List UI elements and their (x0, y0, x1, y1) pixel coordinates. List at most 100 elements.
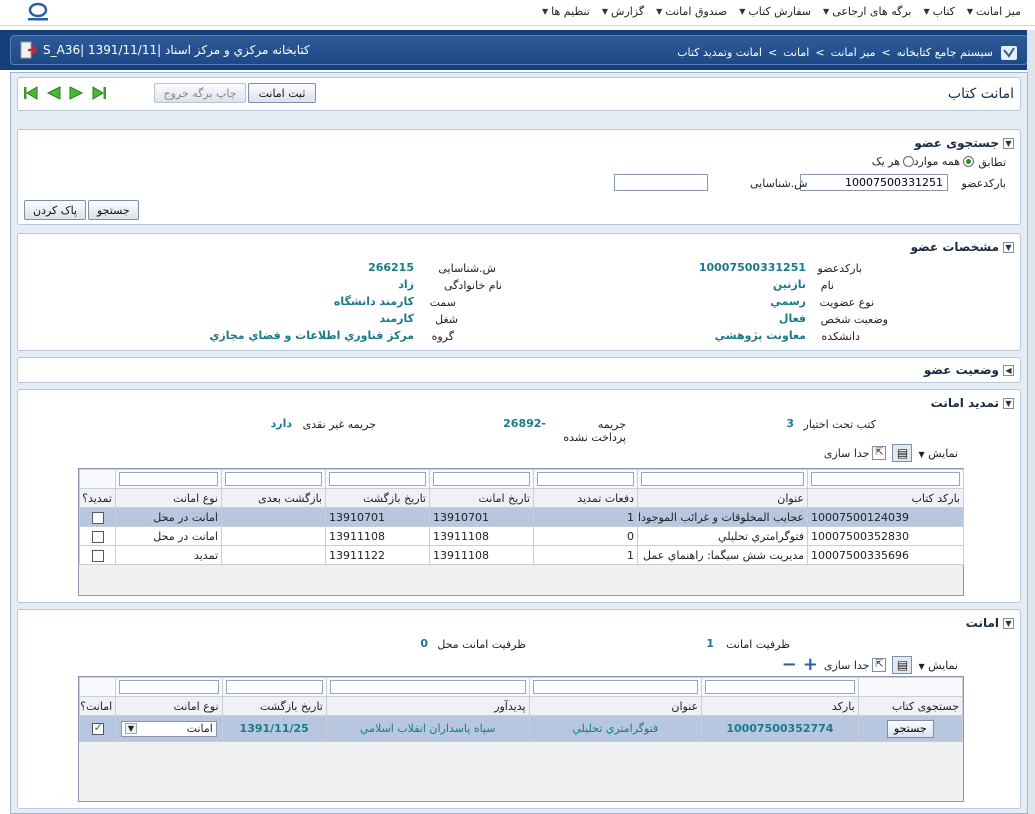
view-menu[interactable]: نمایش ▼ (918, 447, 958, 460)
member-search-panel: ▼ جستجوی عضو تطابق همه موارد هر یک بارکد… (17, 129, 1021, 225)
library-icon (1001, 46, 1017, 60)
menu-book-order[interactable]: سفارش کتاب ▼ (739, 5, 811, 18)
detach-button[interactable]: ⇱ جدا سازی (824, 446, 887, 460)
next-record-icon[interactable] (66, 84, 86, 102)
menu-book[interactable]: کتاب ▼ (923, 5, 954, 18)
chevron-down-icon: ▼ (918, 449, 925, 459)
breadcrumb-loan[interactable]: امانت (783, 46, 809, 59)
logout-icon[interactable] (19, 41, 37, 59)
member-first-name: نازنين (772, 278, 806, 291)
print-exit-slip-button[interactable]: چاپ برگه خروج (154, 83, 246, 103)
breadcrumb: سیستم جامع کتابخانه > میز امانت > امانت … (677, 42, 1019, 62)
renew-checkbox[interactable] (91, 511, 104, 524)
clear-button[interactable]: پاک کردن (24, 200, 87, 220)
renew-checkbox[interactable] (91, 530, 104, 543)
table-row[interactable]: 10007500335696 مديريت شش سيگما: راهنماي … (79, 545, 964, 565)
col-barcode[interactable]: بارکد (701, 696, 859, 716)
match-all-radio[interactable] (963, 156, 974, 167)
collapse-toggle-icon[interactable]: ▼ (1003, 241, 1014, 253)
loan-type-select[interactable]: امانت ▼ (120, 720, 217, 737)
menu-settings[interactable]: تنظیم ها ▼ (542, 5, 590, 18)
table-row[interactable]: 10007500352830 فتوگرامتري تحليلي 0 13911… (79, 526, 964, 546)
menu-loan-desk[interactable]: میز امانت ▼ (967, 5, 1021, 18)
filter-barcode-input[interactable] (811, 472, 960, 486)
collapse-toggle-icon[interactable]: ▼ (1003, 137, 1014, 149)
renew-checkbox[interactable] (91, 549, 104, 562)
member-id-input[interactable] (614, 174, 708, 191)
member-details-panel: ▼ مشخصات عضو بارکدعضو 10007500331251 نام… (17, 233, 1021, 351)
col-loan-type[interactable]: نوع امانت (115, 696, 223, 716)
add-row-icon[interactable]: + (803, 656, 818, 674)
col-next-return[interactable]: بازگشت بعدی (221, 488, 326, 508)
page-scrollbar[interactable] (1027, 30, 1035, 814)
filter-renew-times-input[interactable] (537, 472, 634, 486)
loan-checkbox[interactable] (91, 721, 104, 735)
col-title[interactable]: عنوان (528, 696, 703, 716)
filter-loan-type-input[interactable] (119, 472, 218, 486)
member-job: کارمند (379, 312, 414, 325)
col-loan-date[interactable]: تاریخ امانت (429, 488, 534, 508)
breadcrumb-system[interactable]: سیستم جامع کتابخانه (897, 46, 993, 59)
expand-toggle-icon[interactable]: ◀ (1003, 364, 1014, 376)
col-author[interactable]: پدیدآور (325, 696, 530, 716)
menu-reference-sheets[interactable]: برگه های ارجاعی ▼ (823, 5, 911, 18)
filter-title-input[interactable] (532, 680, 699, 694)
app-logo-icon (28, 2, 48, 21)
remove-row-icon[interactable]: − (782, 656, 797, 674)
books-on-loan-count: 3 (786, 417, 794, 430)
col-loan[interactable]: امانت؟ (78, 696, 117, 716)
member-barcode-value: 10007500331251 (698, 261, 806, 274)
breadcrumb-bar: سیستم جامع کتابخانه > میز امانت > امانت … (10, 35, 1028, 65)
filter-barcode-input[interactable] (705, 680, 855, 694)
breadcrumb-loan-desk[interactable]: میز امانت (831, 46, 876, 59)
book-search-button[interactable]: جستجو (886, 719, 934, 738)
filter-return-date-input[interactable] (329, 472, 426, 486)
member-type: رسمي (770, 295, 806, 308)
register-loan-button[interactable]: ثبت امانت (248, 83, 316, 103)
detach-icon: ⇱ (872, 446, 887, 460)
col-return-date[interactable]: تاریخ بازگشت (325, 488, 430, 508)
filter-next-return-input[interactable] (225, 472, 322, 486)
chevron-down-icon: ▼ (542, 7, 549, 16)
main-frame: چاپ برگه خروج ثبت امانت امانت کتاب ▼ جست… (10, 72, 1028, 814)
col-loan-type[interactable]: نوع امانت (115, 488, 222, 508)
col-renew-times[interactable]: دفعات تمدید (533, 488, 638, 508)
member-barcode-input[interactable] (800, 174, 948, 191)
member-status-panel: ◀ وضعیت عضو (17, 357, 1021, 383)
last-record-icon[interactable] (88, 84, 108, 102)
user-library-date: S_A36| کتابخانه مرکزي و مرکز اسناد |1391… (43, 43, 310, 57)
col-renew[interactable]: تمدید؟ (79, 488, 116, 508)
member-status: فعال (778, 312, 806, 325)
chevron-down-icon: ▼ (601, 7, 609, 16)
col-book-search[interactable]: جستجوی کتاب (857, 696, 964, 716)
filter-title-input[interactable] (641, 472, 804, 486)
table-row[interactable]: 10007500124039 عجايب المخلوقات و غرائب ا… (79, 507, 964, 527)
collapse-toggle-icon[interactable]: ▼ (1003, 397, 1014, 409)
page-title: امانت کتاب (947, 86, 1014, 102)
chevron-down-icon: ▼ (656, 7, 663, 16)
grid-options-icon[interactable]: ▤ (892, 656, 913, 674)
filter-loan-type-input[interactable] (119, 680, 219, 694)
menu-report[interactable]: گزارش ▼ (602, 5, 644, 18)
col-book-barcode[interactable]: بارکد کتاب (807, 488, 964, 508)
grid-options-icon[interactable]: ▤ (892, 444, 913, 462)
collapse-toggle-icon[interactable]: ▼ (1003, 617, 1014, 629)
table-row[interactable]: جستجو 10007500352774 فتوگرامتري تحليلي س… (78, 715, 964, 742)
new-loan-panel: ▼ امانت ظرفیت امانت 1 ظرفیت امانت محل 0 … (17, 609, 1021, 809)
chevron-down-icon: ▼ (124, 723, 137, 734)
filter-author-input[interactable] (329, 680, 526, 694)
col-return-date[interactable]: تاریخ بازگشت (221, 696, 327, 716)
loan-grid-toolbar: نمایش ▼ ▤ ⇱ جدا سازی + − (782, 656, 958, 674)
detach-icon: ⇱ (872, 658, 887, 672)
member-post: کارمند دانشگاه (333, 295, 414, 308)
previous-record-icon[interactable] (44, 84, 64, 102)
menu-loan-box[interactable]: صندوق امانت ▼ (656, 5, 727, 18)
col-title[interactable]: عنوان (637, 488, 808, 508)
first-record-icon[interactable] (22, 84, 42, 102)
view-menu[interactable]: نمایش ▼ (918, 659, 958, 672)
filter-return-date-input[interactable] (225, 680, 323, 694)
match-any-radio[interactable] (903, 156, 914, 167)
search-button[interactable]: جستجو (88, 200, 139, 220)
filter-loan-date-input[interactable] (433, 472, 530, 486)
detach-button[interactable]: ⇱ جدا سازی (824, 658, 887, 672)
